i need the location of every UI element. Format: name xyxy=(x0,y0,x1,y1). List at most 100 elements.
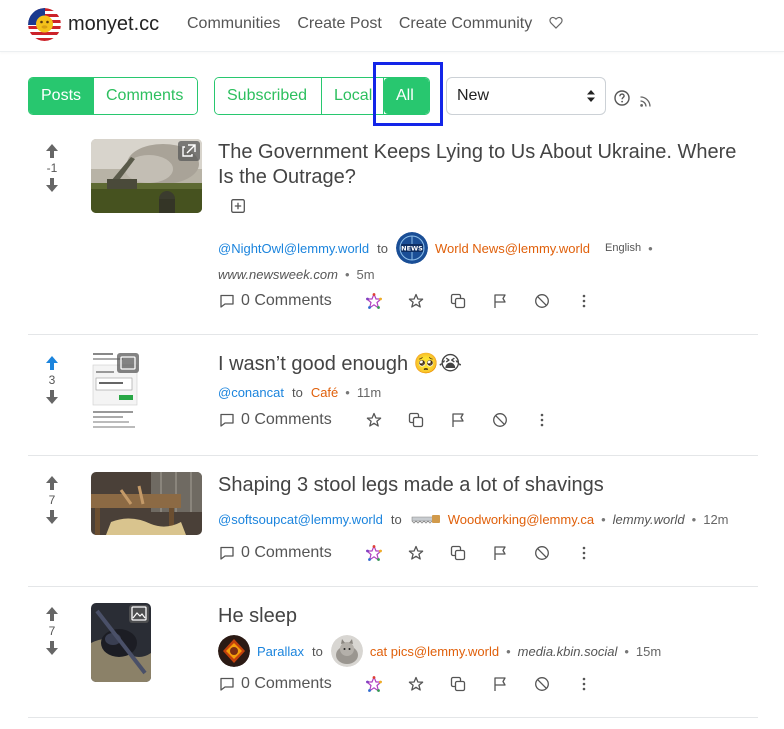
nav-communities-link[interactable]: Communities xyxy=(187,15,280,33)
downvote-arrow-icon[interactable] xyxy=(40,388,64,406)
report-flag-icon[interactable] xyxy=(492,676,509,693)
more-options-icon[interactable] xyxy=(576,293,593,310)
post-age: 5m xyxy=(356,267,375,282)
save-star-icon[interactable] xyxy=(366,412,383,429)
block-icon[interactable] xyxy=(534,293,551,310)
to-label: to xyxy=(291,385,303,400)
post-score: 7 xyxy=(48,493,56,507)
rss-icon[interactable] xyxy=(640,94,651,107)
brand-link[interactable]: monyet.cc xyxy=(28,8,159,41)
subscribed-listing-button[interactable]: Subscribed xyxy=(215,78,322,114)
downvote-arrow-icon[interactable] xyxy=(40,508,64,526)
crosspost-icon[interactable] xyxy=(450,676,467,693)
upvote-arrow-icon[interactable] xyxy=(40,354,64,372)
comments-link[interactable]: 0 Comments xyxy=(218,411,332,429)
community-link[interactable]: cat pics@lemmy.world xyxy=(370,644,499,659)
post-language: English xyxy=(605,242,642,254)
post-thumbnail[interactable] xyxy=(91,603,151,682)
expand-body-icon[interactable] xyxy=(231,199,245,218)
upvote-arrow-icon[interactable] xyxy=(40,142,64,160)
post-meta: @NightOwl@lemmy.world to NEWS World News… xyxy=(218,232,660,264)
to-label: to xyxy=(390,512,402,527)
posts-view-button[interactable]: Posts xyxy=(29,78,94,114)
comments-view-button[interactable]: Comments xyxy=(94,78,197,114)
save-star-icon[interactable] xyxy=(408,545,425,562)
block-icon[interactable] xyxy=(534,545,551,562)
post-actions: 0 Comments xyxy=(218,411,551,429)
post-title[interactable]: He sleep xyxy=(218,604,748,629)
crosspost-icon[interactable] xyxy=(450,545,467,562)
crosspost-icon[interactable] xyxy=(408,412,425,429)
post-domain-link[interactable]: media.kbin.social xyxy=(518,644,618,659)
help-icon[interactable] xyxy=(614,90,630,106)
block-icon[interactable] xyxy=(534,676,551,693)
external-link-icon xyxy=(178,141,200,161)
post-age: 15m xyxy=(635,643,662,659)
post-thumbnail[interactable] xyxy=(91,351,141,431)
fediverse-star-icon[interactable] xyxy=(366,293,383,310)
user-avatar-icon[interactable] xyxy=(218,635,250,667)
more-options-icon[interactable] xyxy=(576,545,593,562)
post-score: 7 xyxy=(48,624,56,638)
sort-select[interactable]: New xyxy=(446,77,606,115)
post-title[interactable]: The Government Keeps Lying to Us About U… xyxy=(218,140,748,190)
report-flag-icon[interactable] xyxy=(450,412,467,429)
external-link-icon xyxy=(117,353,139,373)
save-star-icon[interactable] xyxy=(408,293,425,310)
donate-heart-icon[interactable] xyxy=(549,16,563,33)
site-name: monyet.cc xyxy=(68,13,160,35)
all-listing-button[interactable]: All xyxy=(384,78,429,114)
report-flag-icon[interactable] xyxy=(492,293,509,310)
community-link[interactable]: World News@lemmy.world xyxy=(435,241,590,256)
block-icon[interactable] xyxy=(492,412,509,429)
nav-create-community-link[interactable]: Create Community xyxy=(399,15,532,33)
post-author-link[interactable]: Parallax xyxy=(257,644,304,659)
to-label: to xyxy=(311,643,323,659)
fediverse-star-icon[interactable] xyxy=(366,676,383,693)
post-domain-link[interactable]: www.newsweek.com xyxy=(218,267,338,282)
upvote-arrow-icon[interactable] xyxy=(40,605,64,623)
post-author-link[interactable]: @softsoupcat@lemmy.world xyxy=(218,512,383,527)
meta-separator: • xyxy=(506,643,511,659)
comments-link[interactable]: 0 Comments xyxy=(218,292,332,310)
post-age: 12m xyxy=(703,512,729,527)
community-link[interactable]: Café xyxy=(311,385,338,400)
post-domain-link[interactable]: lemmy.world xyxy=(613,512,685,527)
post-title[interactable]: I wasn’t good enough 🥺😭 xyxy=(218,352,748,377)
meta-separator: • xyxy=(344,267,350,282)
sort-selected-value: New xyxy=(457,87,490,104)
vote-controls: 7 xyxy=(40,605,64,657)
post-meta: @conancat to Café • 11m xyxy=(218,385,381,400)
community-saw-icon[interactable] xyxy=(410,513,440,527)
svg-text:NEWS: NEWS xyxy=(401,245,423,253)
downvote-arrow-icon[interactable] xyxy=(40,176,64,194)
view-type-toggle: Posts Comments xyxy=(28,77,198,115)
comments-count: 0 Comments xyxy=(241,544,332,561)
comment-bubble-icon xyxy=(218,676,235,693)
meta-separator: • xyxy=(624,643,629,659)
post-title[interactable]: Shaping 3 stool legs made a lot of shavi… xyxy=(218,473,748,498)
community-avatar-icon[interactable]: NEWS xyxy=(395,232,428,264)
community-avatar-icon[interactable] xyxy=(330,635,363,667)
local-listing-button[interactable]: Local xyxy=(322,78,384,114)
comment-bubble-icon xyxy=(218,545,235,562)
post-author-link[interactable]: @NightOwl@lemmy.world xyxy=(218,241,369,256)
upvote-arrow-icon[interactable] xyxy=(40,474,64,492)
report-flag-icon[interactable] xyxy=(492,545,509,562)
save-star-icon[interactable] xyxy=(408,676,425,693)
post-author-link[interactable]: @conancat xyxy=(218,385,284,400)
comments-link[interactable]: 0 Comments xyxy=(218,675,332,693)
downvote-arrow-icon[interactable] xyxy=(40,639,64,657)
more-options-icon[interactable] xyxy=(576,676,593,693)
nav-create-post-link[interactable]: Create Post xyxy=(297,15,381,33)
comments-link[interactable]: 0 Comments xyxy=(218,544,332,562)
post-thumbnail[interactable] xyxy=(91,139,202,213)
post-thumbnail[interactable] xyxy=(91,472,202,535)
top-navbar: monyet.cc Communities Create Post Create… xyxy=(0,0,784,52)
post-age: 11m xyxy=(356,385,382,400)
more-options-icon[interactable] xyxy=(534,412,551,429)
fediverse-star-icon[interactable] xyxy=(366,545,383,562)
community-link[interactable]: Woodworking@lemmy.ca xyxy=(448,512,594,527)
site-logo-icon xyxy=(28,8,61,41)
crosspost-icon[interactable] xyxy=(450,293,467,310)
